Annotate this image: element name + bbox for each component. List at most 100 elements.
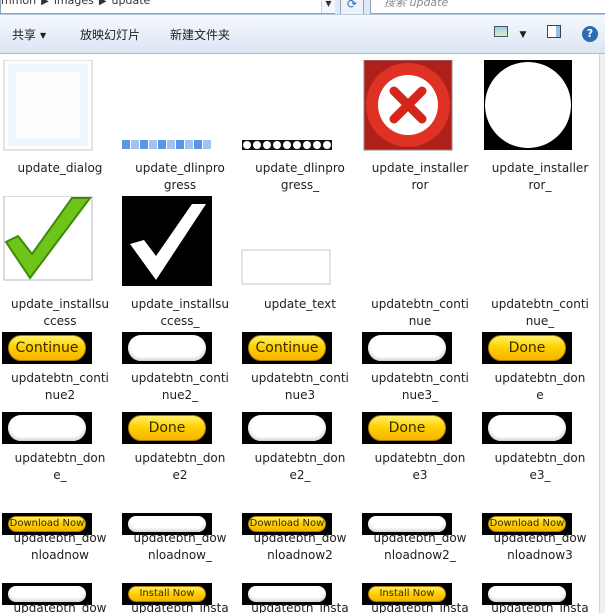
- button-thumbnail: Done: [362, 412, 452, 444]
- file-item[interactable]: updatebtn_insta: [480, 562, 600, 613]
- file-item[interactable]: updatebtn_don e3_: [480, 412, 600, 492]
- breadcrumb-segment[interactable]: images: [54, 0, 94, 7]
- file-name-label: updatebtn_insta: [240, 600, 360, 613]
- view-options-chevron-icon[interactable]: ▼: [514, 27, 532, 43]
- change-view-icon[interactable]: [492, 25, 510, 41]
- file-name-line: updatebtn_insta: [491, 601, 589, 613]
- address-breadcrumb[interactable]: mmon ▶ images ▶ update: [0, 0, 335, 14]
- file-thumbnail: [480, 196, 600, 296]
- file-item[interactable]: Done updatebtn_don e3: [360, 412, 480, 492]
- file-item[interactable]: update_installsu ccess: [0, 196, 120, 328]
- file-thumbnail: [120, 196, 240, 296]
- file-name-line: update_installsu: [130, 297, 230, 311]
- file-thumbnail: [360, 196, 480, 296]
- file-item[interactable]: Done updatebtn_don e: [480, 332, 600, 412]
- file-item[interactable]: updatebtn_insta: [240, 562, 360, 613]
- white-button-image: [488, 415, 566, 441]
- vertical-scrollbar[interactable]: [599, 54, 605, 613]
- file-item[interactable]: Continue updatebtn_conti nue3: [240, 332, 360, 412]
- file-name-label: updatebtn_conti nue_: [480, 296, 600, 330]
- file-item[interactable]: Download Now updatebtn_dow nloadnow2: [240, 492, 360, 572]
- share-button[interactable]: 共享 ▼: [12, 26, 46, 43]
- file-item[interactable]: update_dialog: [0, 60, 120, 175]
- refresh-icon[interactable]: ⟳: [340, 0, 364, 14]
- file-item[interactable]: update_installsu ccess_: [120, 196, 240, 328]
- file-name-line: ror: [411, 178, 429, 192]
- file-item[interactable]: updatebtn_conti nue2_: [120, 332, 240, 412]
- file-item[interactable]: Download Now updatebtn_dow nloadnow3: [480, 492, 600, 572]
- breadcrumb-segment[interactable]: mmon: [1, 0, 36, 7]
- file-item[interactable]: updatebtn_dow nloadnow_: [120, 492, 240, 572]
- file-item[interactable]: Done updatebtn_don e2: [120, 412, 240, 492]
- button-thumbnail: Continue: [2, 332, 92, 364]
- breadcrumb-segment[interactable]: update: [112, 0, 151, 7]
- file-name-label: updatebtn_dow nloadnow3: [480, 530, 600, 564]
- file-name-label: updatebtn_insta: [120, 600, 240, 613]
- file-item[interactable]: updatebtn_conti nue: [360, 196, 480, 328]
- slideshow-button[interactable]: 放映幻灯片: [80, 26, 140, 43]
- file-name-label: update_dialog: [0, 160, 120, 177]
- file-item[interactable]: update_text: [240, 196, 360, 311]
- file-name-line: updatebtn_conti: [11, 371, 109, 385]
- file-name-label: updatebtn_don e2: [120, 450, 240, 484]
- file-thumbnail: [240, 196, 360, 296]
- file-name-label: updatebtn_insta: [480, 600, 600, 613]
- file-item[interactable]: Install Now updatebtn_insta: [360, 562, 480, 613]
- breadcrumb-chevron-icon[interactable]: ▶: [41, 0, 49, 7]
- breadcrumb-chevron-icon[interactable]: ▶: [99, 0, 107, 7]
- file-item[interactable]: update_installer ror_: [480, 60, 600, 192]
- file-name-line: e2_: [289, 468, 311, 482]
- preview-pane-icon[interactable]: [545, 25, 563, 41]
- file-item[interactable]: updatebtn_dow nloadnow2_: [360, 492, 480, 572]
- file-name-line: nue2: [44, 388, 76, 402]
- file-item[interactable]: updatebtn_don e_: [0, 412, 120, 492]
- file-name-line: ror_: [528, 178, 552, 192]
- slideshow-label: 放映幻灯片: [80, 28, 141, 42]
- file-name-line: updatebtn_conti: [251, 371, 349, 385]
- file-name-label: updatebtn_dow: [0, 600, 120, 613]
- file-item[interactable]: update_installer ror: [360, 60, 480, 192]
- file-name-line: updatebtn_insta: [371, 601, 469, 613]
- file-name-line: updatebtn_dow: [13, 601, 107, 613]
- file-name-label: updatebtn_conti nue: [360, 296, 480, 330]
- file-name-label: updatebtn_conti nue2_: [120, 370, 240, 404]
- address-dropdown-icon[interactable]: ▼: [321, 0, 335, 13]
- button-thumbnail: [482, 412, 572, 444]
- file-item[interactable]: update_dlinpro gress_: [240, 60, 360, 192]
- file-name-line: update_installer: [491, 161, 589, 175]
- file-name-label: update_dlinpro gress_: [240, 160, 360, 194]
- file-name-line: update_dlinpro: [255, 161, 345, 175]
- file-item[interactable]: Install Now updatebtn_insta: [120, 562, 240, 613]
- file-name-line: nue_: [525, 314, 555, 328]
- file-item[interactable]: Download Now updatebtn_dow nloadnow: [0, 492, 120, 572]
- new-folder-button[interactable]: 新建文件夹: [170, 26, 230, 43]
- file-name-line: updatebtn_don: [374, 451, 466, 465]
- button-thumbnail: [242, 412, 332, 444]
- search-placeholder: 搜索 update: [384, 0, 449, 9]
- file-name-label: updatebtn_don e2_: [240, 450, 360, 484]
- file-item[interactable]: updatebtn_conti nue_: [480, 196, 600, 328]
- file-item[interactable]: Continue updatebtn_conti nue2: [0, 332, 120, 412]
- search-input[interactable]: 搜索 update: [370, 0, 605, 14]
- file-thumbnail: [240, 60, 360, 160]
- file-name-label: updatebtn_insta: [360, 600, 480, 613]
- file-name-line: updatebtn_don: [134, 451, 226, 465]
- file-item[interactable]: updatebtn_don e2_: [240, 412, 360, 492]
- file-name-label: updatebtn_don e_: [0, 450, 120, 484]
- file-name-line: updatebtn_conti: [371, 297, 469, 311]
- yellow-button-image: Done: [368, 415, 446, 441]
- button-thumbnail: [362, 332, 452, 364]
- help-icon[interactable]: ?: [582, 26, 598, 42]
- white-button-image: [248, 415, 326, 441]
- file-name-line: nue3_: [401, 388, 439, 402]
- file-name-line: update_text: [264, 297, 336, 311]
- share-label: 共享: [12, 28, 37, 42]
- file-item[interactable]: updatebtn_dow: [0, 562, 120, 613]
- file-name-line: ccess_: [160, 314, 200, 328]
- file-name-line: updatebtn_dow: [373, 531, 467, 545]
- file-item[interactable]: updatebtn_conti nue3_: [360, 332, 480, 412]
- file-name-label: updatebtn_dow nloadnow: [0, 530, 120, 564]
- file-name-label: updatebtn_don e: [480, 370, 600, 404]
- file-name-label: updatebtn_dow nloadnow2: [240, 530, 360, 564]
- file-item[interactable]: update_dlinpro gress: [120, 60, 240, 192]
